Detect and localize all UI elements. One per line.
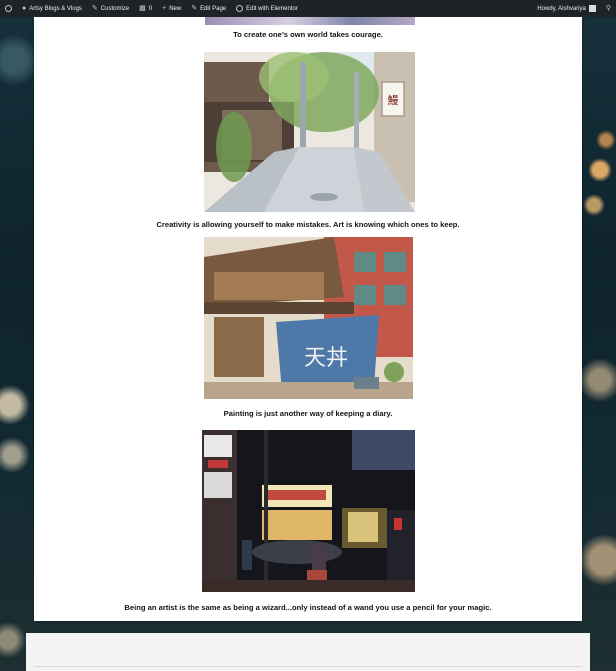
avatar — [588, 5, 596, 12]
edit-page-link[interactable]: ✎ Edit Page — [186, 5, 231, 12]
site-name-label: Artsy Blogs & Vlogs — [29, 5, 82, 12]
search-button[interactable]: ⚲ — [601, 5, 616, 12]
comments-count: 0 — [148, 5, 153, 12]
caption-1: To create one’s own world takes courage. — [233, 30, 383, 39]
brush-icon: ✎ — [91, 5, 98, 12]
my-account-menu[interactable]: Howdy, Aishvariya — [532, 5, 601, 12]
comment-bubble-icon: ▩ — [139, 5, 146, 12]
divider — [34, 666, 582, 667]
search-icon: ⚲ — [605, 5, 611, 12]
comments-section-panel — [26, 633, 590, 671]
dashboard-icon: ● — [22, 5, 27, 12]
wp-admin-bar: ● Artsy Blogs & Vlogs ✎ Customize ▩ 0 + … — [0, 0, 616, 17]
artwork-image-1 — [205, 17, 415, 25]
customize-label: Customize — [100, 5, 130, 12]
pencil-icon: ✎ — [191, 5, 198, 12]
comments-link[interactable]: ▩ 0 — [134, 5, 157, 12]
elementor-icon — [236, 5, 244, 12]
edit-page-label: Edit Page — [200, 5, 227, 12]
alley-sign-text: 鰻 — [388, 93, 399, 107]
edit-elementor-label: Edit with Elementor — [246, 5, 298, 12]
shop-illustration: 天丼 — [204, 237, 413, 399]
wordpress-logo-menu[interactable] — [0, 5, 17, 12]
content-card: To create one’s own world takes courage.… — [34, 17, 582, 621]
caption-3: Painting is just another way of keeping … — [223, 409, 393, 418]
new-content-menu[interactable]: + New — [157, 5, 186, 12]
edit-with-elementor-link[interactable]: Edit with Elementor — [231, 5, 303, 12]
caption-4: Being an artist is the same as being a w… — [124, 603, 492, 612]
wordpress-logo-icon — [5, 5, 12, 12]
caption-2: Creativity is allowing yourself to make … — [156, 220, 460, 229]
shop-curtain-text: 天丼 — [304, 346, 348, 371]
alley-illustration: 鰻 — [204, 52, 415, 212]
howdy-label: Howdy, Aishvariya — [537, 5, 586, 12]
customize-link[interactable]: ✎ Customize — [87, 5, 134, 12]
new-label: New — [169, 5, 182, 12]
artwork-image-shop: 天丼 — [204, 237, 413, 399]
artwork-image-night — [202, 430, 415, 592]
plus-icon: + — [162, 5, 167, 12]
site-name-menu[interactable]: ● Artsy Blogs & Vlogs — [17, 5, 87, 12]
artwork-image-alley: 鰻 — [204, 52, 415, 212]
night-illustration — [202, 430, 415, 592]
